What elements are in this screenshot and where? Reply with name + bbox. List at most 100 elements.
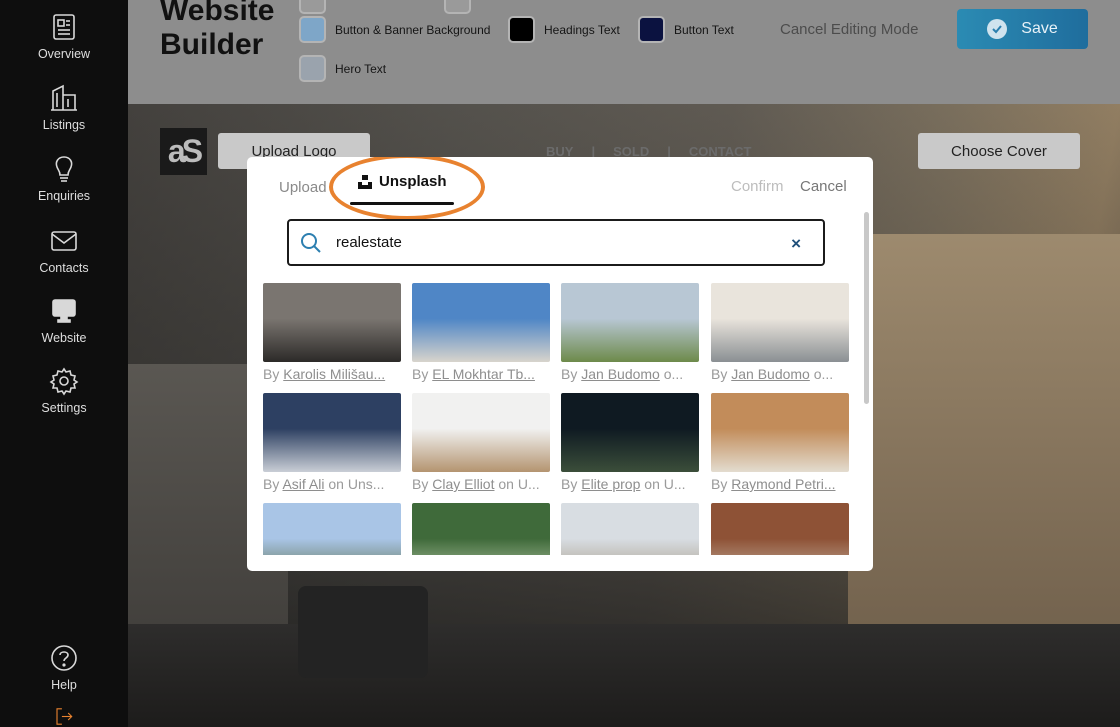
photographer-link[interactable]: Elite prop xyxy=(581,476,640,492)
photo-credit: By Clay Elliot on U... xyxy=(412,476,550,492)
mail-icon xyxy=(51,231,77,251)
cancel-button[interactable]: Cancel xyxy=(800,178,847,195)
credit-suffix: on Uns... xyxy=(328,476,385,492)
tab-upload[interactable]: Upload xyxy=(279,179,327,196)
photographer-link[interactable]: Jan Budomo xyxy=(581,366,660,382)
help-icon xyxy=(51,645,77,671)
sidebar: Overview Listings Enquiries Contacts Web… xyxy=(0,0,128,727)
image-result-thumbnail[interactable] xyxy=(561,283,699,362)
image-result-thumbnail[interactable] xyxy=(711,283,849,362)
color-swatch-button-text[interactable]: Button Text xyxy=(638,16,734,43)
image-result-thumbnail[interactable] xyxy=(412,503,550,555)
logout-icon xyxy=(56,708,73,725)
credit-prefix: By xyxy=(263,366,280,382)
image-result-thumbnail[interactable] xyxy=(263,503,401,555)
sidebar-item-label: Enquiries xyxy=(37,189,91,203)
credit-prefix: By xyxy=(263,476,280,492)
swatch-partial-b xyxy=(444,0,471,14)
lightbulb-icon xyxy=(55,156,73,182)
swatch-partial xyxy=(444,0,480,14)
image-result-card[interactable] xyxy=(263,503,401,555)
results-scrollbar[interactable] xyxy=(864,212,869,404)
image-result-thumbnail[interactable] xyxy=(263,283,401,362)
image-result-thumbnail[interactable] xyxy=(561,393,699,472)
image-result-thumbnail[interactable] xyxy=(561,503,699,555)
cancel-editing-button[interactable]: Cancel Editing Mode xyxy=(780,21,918,38)
image-result-thumbnail[interactable] xyxy=(263,393,401,472)
credit-prefix: By xyxy=(711,366,728,382)
active-tab-indicator xyxy=(350,202,454,205)
sidebar-item-enquiries[interactable]: Enquiries xyxy=(0,154,128,220)
photographer-link[interactable]: Karolis Milišau... xyxy=(283,366,385,382)
color-swatch-button-banner[interactable]: Button & Banner Background xyxy=(299,16,490,43)
hero-image-car xyxy=(298,586,428,678)
swatch-label: Hero Text xyxy=(335,61,387,76)
editor-toolbar: Website Builder Button & Banner Backgrou… xyxy=(128,0,1120,104)
image-result-card[interactable]: By Asif Ali on Uns... xyxy=(263,393,401,492)
sidebar-item-label: Website xyxy=(41,331,87,345)
photographer-link[interactable]: EL Mokhtar Tb... xyxy=(432,366,535,382)
sidebar-item-contacts[interactable]: Contacts xyxy=(0,226,128,292)
image-result-thumbnail[interactable] xyxy=(711,503,849,555)
color-swatch[interactable] xyxy=(508,16,535,43)
check-icon xyxy=(987,19,1008,39)
photo-credit: By Asif Ali on Uns... xyxy=(263,476,401,492)
sidebar-item-label: Settings xyxy=(41,401,87,415)
search-icon xyxy=(301,232,321,253)
photo-credit: By Raymond Petri... xyxy=(711,476,849,492)
swatch-label: Headings Text xyxy=(544,22,620,37)
confirm-button[interactable]: Confirm xyxy=(731,178,784,195)
search-input[interactable] xyxy=(336,234,766,251)
image-result-card[interactable] xyxy=(412,503,550,555)
color-swatch-headings[interactable]: Headings Text xyxy=(508,16,620,43)
photographer-link[interactable]: Asif Ali xyxy=(282,476,324,492)
sidebar-item-overview[interactable]: Overview xyxy=(0,12,128,78)
image-result-card[interactable] xyxy=(561,503,699,555)
save-label: Save xyxy=(1021,20,1058,37)
sidebar-item-listings[interactable]: Listings xyxy=(0,83,128,149)
credit-suffix: on U... xyxy=(498,476,540,492)
image-result-card[interactable] xyxy=(711,503,849,555)
choose-cover-button[interactable]: Choose Cover xyxy=(918,133,1080,169)
credit-prefix: By xyxy=(561,476,578,492)
save-button[interactable]: Save xyxy=(957,9,1088,49)
unsplash-icon xyxy=(358,174,372,189)
photographer-link[interactable]: Clay Elliot xyxy=(432,476,494,492)
swatch-label: Button & Banner Background xyxy=(335,22,491,37)
tab-unsplash[interactable]: Unsplash xyxy=(357,173,447,190)
image-result-card[interactable]: By Jan Budomo o... xyxy=(561,283,699,382)
page-title: Website Builder xyxy=(160,0,275,61)
image-result-card[interactable]: By Raymond Petri... xyxy=(711,393,849,492)
color-swatch-hero-text[interactable]: Hero Text xyxy=(299,55,386,82)
sidebar-item-label: Contacts xyxy=(39,261,89,275)
color-swatch[interactable] xyxy=(299,16,326,43)
credit-suffix: on U... xyxy=(644,476,686,492)
sidebar-item-label: Overview xyxy=(37,47,91,61)
monitor-icon xyxy=(52,299,76,323)
image-result-card[interactable]: By Elite prop on U... xyxy=(561,393,699,492)
image-result-thumbnail[interactable] xyxy=(711,393,849,472)
image-result-card[interactable]: By EL Mokhtar Tb... xyxy=(412,283,550,382)
image-result-card[interactable]: By Jan Budomo o... xyxy=(711,283,849,382)
sidebar-item-help[interactable]: Help xyxy=(0,643,128,709)
credit-prefix: By xyxy=(412,366,429,382)
image-result-thumbnail[interactable] xyxy=(412,283,550,362)
sidebar-item-website[interactable]: Website xyxy=(0,296,128,362)
photo-credit: By Jan Budomo o... xyxy=(711,366,849,382)
color-swatch[interactable] xyxy=(299,55,326,82)
image-result-card[interactable]: By Clay Elliot on U... xyxy=(412,393,550,492)
tab-unsplash-label: Unsplash xyxy=(379,173,447,190)
site-logo: aS xyxy=(160,128,207,175)
sidebar-item-logout[interactable] xyxy=(0,706,128,727)
gear-icon xyxy=(49,367,79,396)
credit-suffix: o... xyxy=(813,366,834,382)
image-result-thumbnail[interactable] xyxy=(412,393,550,472)
clear-search-icon[interactable]: × xyxy=(791,234,801,254)
color-swatch[interactable] xyxy=(638,16,665,43)
photographer-link[interactable]: Jan Budomo xyxy=(731,366,810,382)
sidebar-item-settings[interactable]: Settings xyxy=(0,366,128,432)
image-result-card[interactable]: By Karolis Milišau... xyxy=(263,283,401,382)
building-icon xyxy=(51,84,77,111)
photo-credit: By Karolis Milišau... xyxy=(263,366,401,382)
photographer-link[interactable]: Raymond Petri... xyxy=(731,476,835,492)
